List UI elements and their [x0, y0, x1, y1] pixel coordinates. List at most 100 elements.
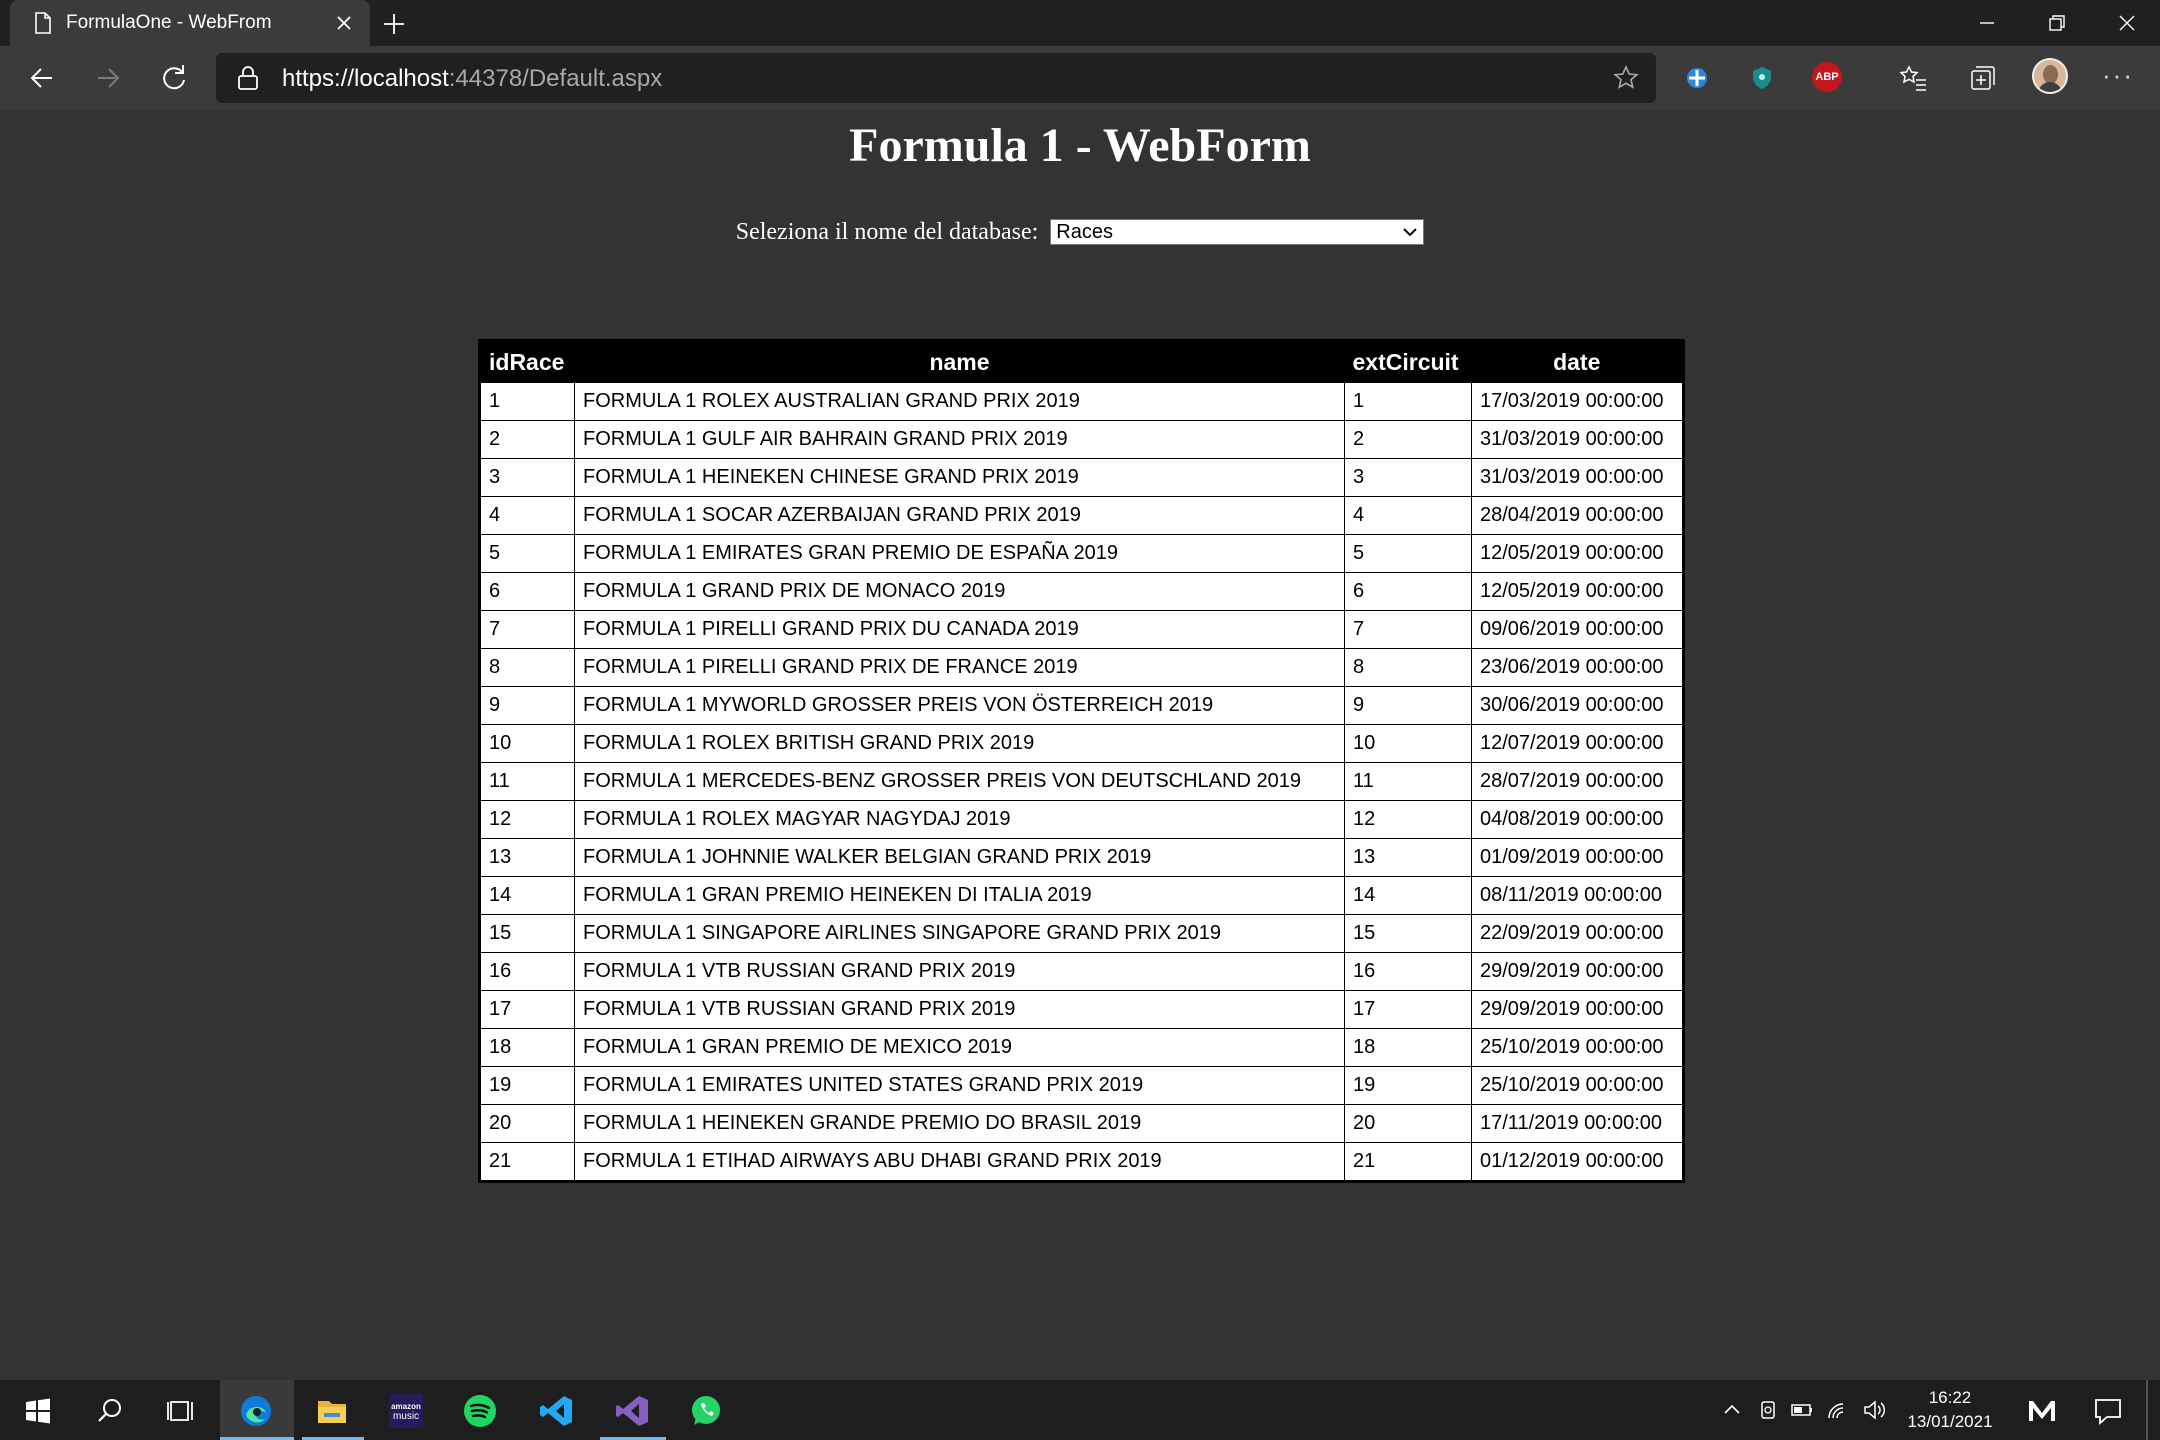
device-icon[interactable] — [1756, 1398, 1780, 1422]
m-app-icon[interactable] — [2024, 1393, 2060, 1429]
close-tab-icon[interactable] — [332, 11, 356, 35]
cell-date: 29/09/2019 00:00:00 — [1471, 990, 1684, 1029]
cell-date: 12/05/2019 00:00:00 — [1471, 534, 1684, 573]
cell-date: 25/10/2019 00:00:00 — [1471, 1028, 1684, 1067]
minimize-icon[interactable] — [1972, 8, 2002, 38]
page-title: Formula 1 - WebForm — [849, 119, 1311, 172]
cell-extcircuit: 10 — [1344, 724, 1472, 763]
amazon-music-label-top: amazon — [391, 1402, 421, 1411]
close-window-icon[interactable] — [2112, 8, 2142, 38]
vscode-icon[interactable] — [538, 1393, 574, 1429]
lock-icon[interactable] — [236, 65, 260, 91]
cell-name: FORMULA 1 ROLEX AUSTRALIAN GRAND PRIX 20… — [574, 382, 1345, 421]
notifications-icon[interactable] — [2090, 1393, 2126, 1429]
table-header-row: idRace name extCircuit date — [479, 340, 1684, 383]
edge-icon[interactable] — [238, 1393, 274, 1429]
profile-avatar[interactable] — [2032, 58, 2068, 94]
system-clock[interactable]: 16:22 13/01/2021 — [1888, 1386, 2012, 1434]
task-view-icon[interactable] — [164, 1393, 200, 1429]
battery-icon[interactable] — [1790, 1398, 1814, 1422]
more-options-icon[interactable]: ··· — [2102, 60, 2134, 91]
cell-date: 17/03/2019 00:00:00 — [1471, 382, 1684, 421]
windows-taskbar: amazon music 16:22 13/01/2021 — [0, 1380, 2160, 1440]
cell-idrace: 16 — [479, 952, 575, 991]
search-icon[interactable] — [92, 1393, 128, 1429]
cell-name: FORMULA 1 ROLEX MAGYAR NAGYDAJ 2019 — [574, 800, 1345, 839]
visual-studio-icon[interactable] — [614, 1393, 650, 1429]
browser-tab[interactable]: FormulaOne - WebFrom — [10, 0, 370, 46]
amazon-music-label-bottom: music — [393, 1411, 419, 1422]
cell-extcircuit: 6 — [1344, 572, 1472, 611]
browser-tab-bar: FormulaOne - WebFrom — [0, 0, 2160, 46]
cell-name: FORMULA 1 GRAND PRIX DE MONACO 2019 — [574, 572, 1345, 611]
spotify-icon[interactable] — [462, 1393, 498, 1429]
cell-date: 31/03/2019 00:00:00 — [1471, 420, 1684, 459]
cell-date: 28/04/2019 00:00:00 — [1471, 496, 1684, 535]
volume-icon[interactable] — [1862, 1398, 1886, 1422]
table-row: 8 FORMULA 1 PIRELLI GRAND PRIX DE FRANCE … — [479, 648, 1684, 687]
table-row: 12 FORMULA 1 ROLEX MAGYAR NAGYDAJ 2019 12 0… — [479, 800, 1684, 839]
security-extension-icon[interactable] — [1746, 62, 1778, 94]
windows-start-icon[interactable] — [20, 1393, 56, 1429]
cell-idrace: 11 — [479, 762, 575, 801]
back-icon[interactable] — [24, 60, 60, 96]
database-select-label: Seleziona il nome del database: — [735, 218, 1039, 245]
chevron-up-icon[interactable] — [1720, 1398, 1744, 1422]
database-select-value: Races — [1056, 221, 1113, 244]
favorites-icon[interactable] — [1898, 62, 1930, 94]
cell-date: 29/09/2019 00:00:00 — [1471, 952, 1684, 991]
cell-idrace: 6 — [479, 572, 575, 611]
cell-name: FORMULA 1 GRAN PREMIO DE MEXICO 2019 — [574, 1028, 1345, 1067]
cell-date: 08/11/2019 00:00:00 — [1471, 876, 1684, 915]
cell-date: 12/07/2019 00:00:00 — [1471, 724, 1684, 763]
collections-icon[interactable] — [1966, 62, 1998, 94]
cell-extcircuit: 3 — [1344, 458, 1472, 497]
address-bar[interactable]: https://localhost:44378/Default.aspx — [216, 53, 1656, 103]
cell-date: 17/11/2019 00:00:00 — [1471, 1104, 1684, 1143]
table-row: 3 FORMULA 1 HEINEKEN CHINESE GRAND PRIX 2… — [479, 458, 1684, 497]
cell-date: 01/12/2019 00:00:00 — [1471, 1142, 1684, 1182]
table-row: 21 FORMULA 1 ETIHAD AIRWAYS ABU DHABI GRA… — [479, 1142, 1684, 1182]
cell-idrace: 13 — [479, 838, 575, 877]
table-row: 4 FORMULA 1 SOCAR AZERBAIJAN GRAND PRIX 2… — [479, 496, 1684, 535]
cell-name: FORMULA 1 EMIRATES UNITED STATES GRAND P… — [574, 1066, 1345, 1105]
cell-idrace: 19 — [479, 1066, 575, 1105]
cell-extcircuit: 12 — [1344, 800, 1472, 839]
cell-extcircuit: 9 — [1344, 686, 1472, 725]
cell-date: 25/10/2019 00:00:00 — [1471, 1066, 1684, 1105]
cell-extcircuit: 1 — [1344, 382, 1472, 421]
cell-idrace: 7 — [479, 610, 575, 649]
adblock-plus-icon[interactable]: ABP — [1812, 62, 1842, 92]
new-tab-icon[interactable] — [380, 10, 408, 38]
favorite-star-icon[interactable] — [1612, 64, 1640, 92]
cell-idrace: 5 — [479, 534, 575, 573]
cell-idrace: 8 — [479, 648, 575, 687]
wifi-icon[interactable] — [1826, 1398, 1850, 1422]
amazon-music-icon[interactable]: amazon music — [388, 1393, 424, 1429]
restore-icon[interactable] — [2042, 8, 2072, 38]
cell-extcircuit: 5 — [1344, 534, 1472, 573]
cell-date: 12/05/2019 00:00:00 — [1471, 572, 1684, 611]
forward-icon[interactable] — [90, 60, 126, 96]
table-row: 11 FORMULA 1 MERCEDES-BENZ GROSSER PREIS … — [479, 762, 1684, 801]
cell-date: 28/07/2019 00:00:00 — [1471, 762, 1684, 801]
whatsapp-icon[interactable] — [688, 1393, 724, 1429]
tab-title: FormulaOne - WebFrom — [66, 12, 272, 33]
cell-name: FORMULA 1 MERCEDES-BENZ GROSSER PREIS VO… — [574, 762, 1345, 801]
cell-idrace: 21 — [479, 1142, 575, 1182]
cell-idrace: 14 — [479, 876, 575, 915]
database-select[interactable]: Races — [1050, 219, 1425, 246]
refresh-icon[interactable] — [156, 60, 192, 96]
column-header-date: date — [1471, 340, 1684, 383]
cell-idrace: 3 — [479, 458, 575, 497]
cell-idrace: 18 — [479, 1028, 575, 1067]
table-row: 7 FORMULA 1 PIRELLI GRAND PRIX DU CANADA … — [479, 610, 1684, 649]
cell-name: FORMULA 1 HEINEKEN GRANDE PREMIO DO BRAS… — [574, 1104, 1345, 1143]
cell-name: FORMULA 1 MYWORLD GROSSER PREIS VON ÖSTE… — [574, 686, 1345, 725]
shield-extension-icon[interactable] — [1681, 62, 1713, 94]
show-desktop-button[interactable] — [2146, 1380, 2148, 1440]
clock-time: 16:22 — [1928, 1388, 1972, 1407]
table-row: 16 FORMULA 1 VTB RUSSIAN GRAND PRIX 2019 1… — [479, 952, 1684, 991]
cell-name: FORMULA 1 GRAN PREMIO HEINEKEN DI ITALIA… — [574, 876, 1345, 915]
file-explorer-icon[interactable] — [314, 1393, 350, 1429]
